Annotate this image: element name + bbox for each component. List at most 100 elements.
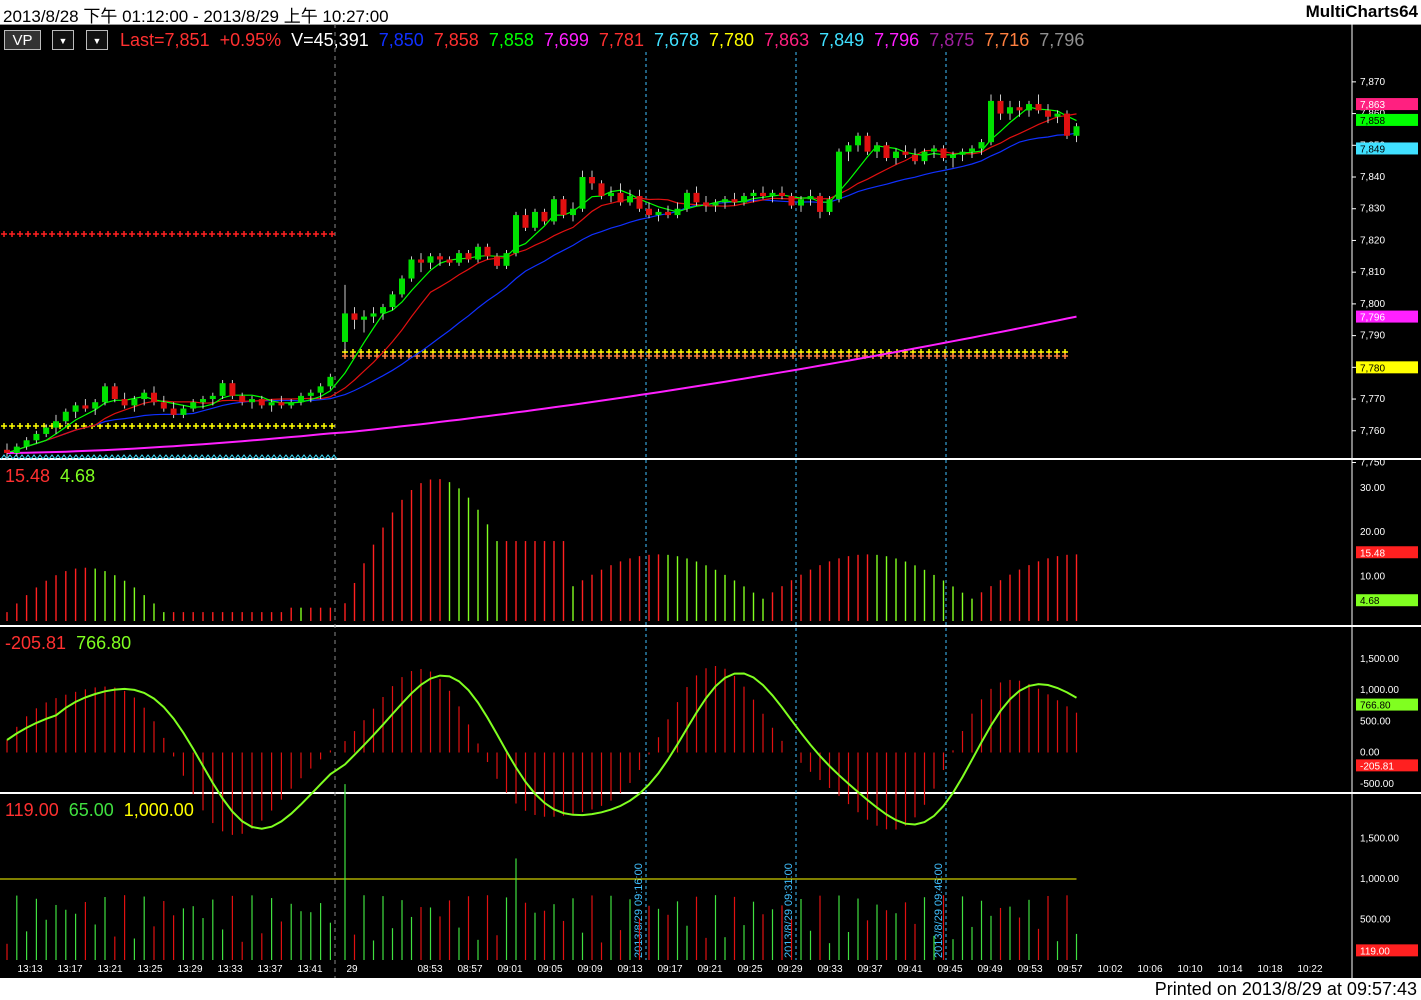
- candle-body: [13, 446, 20, 453]
- legend-value: 7,796: [1039, 30, 1085, 50]
- candle-body: [43, 427, 50, 434]
- time-axis-label: 09:45: [937, 964, 962, 975]
- candle-body: [712, 202, 719, 206]
- level-marker-red: [201, 231, 207, 237]
- legend-value: 7,849: [819, 30, 865, 50]
- level-marker-red: [241, 231, 247, 237]
- candle-body: [327, 376, 334, 387]
- level-marker-yellow: [193, 423, 199, 429]
- price-axis-label: 7,830: [1360, 204, 1385, 215]
- level-marker-yellow: [153, 423, 159, 429]
- level-marker-orange: [398, 353, 404, 359]
- candle-body: [72, 405, 79, 412]
- level-marker-orange: [1046, 353, 1052, 359]
- level-marker-yellow: [201, 423, 207, 429]
- panel2-axis-label: 10.00: [1360, 572, 1385, 583]
- level-marker-orange: [366, 353, 372, 359]
- candle-body: [361, 316, 367, 320]
- dropdown-2-button[interactable]: ▼: [86, 30, 108, 50]
- candle-body: [258, 399, 265, 406]
- level-marker-orange: [734, 353, 740, 359]
- time-axis-label: 09:01: [497, 964, 522, 975]
- level-marker-red: [329, 231, 335, 237]
- time-axis-label: 13:33: [217, 964, 242, 975]
- candle-body: [1026, 104, 1032, 111]
- panel3-axis-label: -500.00: [1360, 779, 1394, 790]
- candle-body: [731, 199, 738, 203]
- level-marker-orange: [422, 353, 428, 359]
- level-marker-yellow: [17, 423, 23, 429]
- level-marker-red: [169, 231, 175, 237]
- candle-body: [997, 100, 1004, 114]
- level-marker-orange: [654, 353, 660, 359]
- candle-body: [560, 199, 567, 216]
- level-marker-red: [145, 231, 151, 237]
- candle-body: [170, 408, 177, 415]
- candle-body: [229, 383, 236, 396]
- level-marker-orange: [382, 353, 388, 359]
- candle-body: [23, 440, 30, 447]
- vp-button[interactable]: VP: [4, 30, 41, 50]
- level-marker-red: [177, 231, 183, 237]
- level-marker-orange: [966, 353, 972, 359]
- level-marker-orange: [686, 353, 692, 359]
- candle-body: [893, 151, 899, 158]
- level-marker-yellow: [177, 423, 183, 429]
- candle-body: [342, 313, 348, 342]
- level-marker-yellow: [289, 423, 295, 429]
- price-marker-label: 7,863: [1360, 100, 1385, 111]
- candle-body: [608, 192, 614, 197]
- candle-body: [912, 154, 918, 162]
- price-axis-label: 7,760: [1360, 426, 1385, 437]
- level-marker-orange: [926, 353, 932, 359]
- level-marker-orange: [798, 353, 804, 359]
- level-marker-orange: [958, 353, 964, 359]
- candle-body: [722, 199, 728, 203]
- candle-body: [874, 145, 880, 152]
- candle-body: [446, 259, 453, 263]
- price-axis-label: 7,750: [1360, 457, 1385, 468]
- ma-daily-line: [6, 315, 1077, 454]
- level-marker-orange: [806, 353, 812, 359]
- level-marker-orange: [1022, 353, 1028, 359]
- dropdown-1-button[interactable]: ▼: [52, 30, 74, 50]
- candle-body: [617, 192, 624, 203]
- level-marker-orange: [462, 353, 468, 359]
- level-marker-yellow: [145, 423, 151, 429]
- level-marker-orange: [1030, 353, 1036, 359]
- panel4-legend: 119.00 65.00 1,000.00: [5, 800, 204, 821]
- legend-value: 7,678: [653, 30, 699, 50]
- level-marker-yellow: [321, 423, 327, 429]
- candle-body: [788, 196, 795, 206]
- level-marker-yellow: [185, 423, 191, 429]
- level-marker-yellow: [105, 423, 111, 429]
- candle-body: [465, 253, 472, 260]
- candle-body: [1035, 104, 1042, 111]
- level-marker-orange: [526, 353, 532, 359]
- candle-body: [249, 399, 255, 403]
- candle-body: [826, 199, 833, 212]
- candle-body: [845, 145, 852, 152]
- legend-value: 7,863: [764, 30, 810, 50]
- level-marker-orange: [950, 353, 956, 359]
- level-marker-yellow: [9, 423, 15, 429]
- level-marker-orange: [934, 353, 940, 359]
- candle-body: [288, 402, 295, 406]
- panel3-marker-label: -205.81: [1360, 761, 1394, 772]
- level-marker-red: [313, 231, 319, 237]
- level-marker-orange: [750, 353, 756, 359]
- time-axis-label: 09:17: [657, 964, 682, 975]
- level-marker-orange: [614, 353, 620, 359]
- level-marker-orange: [478, 353, 484, 359]
- level-marker-orange: [582, 353, 588, 359]
- candle-body: [864, 135, 871, 152]
- level-marker-orange: [438, 353, 444, 359]
- level-marker-yellow: [169, 423, 175, 429]
- level-marker-yellow: [273, 423, 279, 429]
- time-axis-label: 09:13: [617, 964, 642, 975]
- level-marker-orange: [846, 353, 852, 359]
- candle-body: [307, 392, 314, 396]
- candle-body: [427, 256, 434, 263]
- level-marker-red: [257, 231, 263, 237]
- panel4-axis-label: 1,500.00: [1360, 833, 1399, 844]
